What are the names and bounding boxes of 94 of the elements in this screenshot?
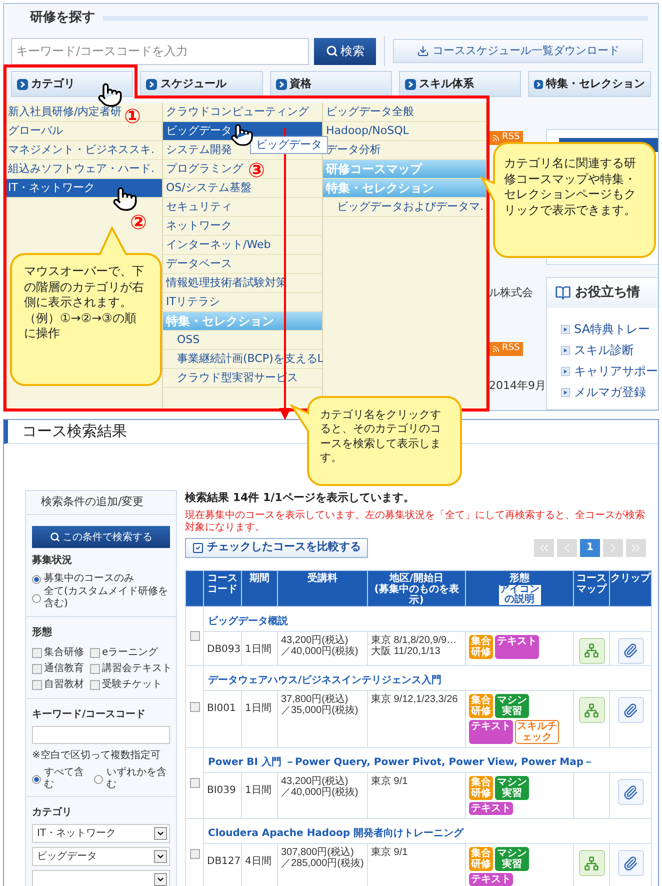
checkbox-label: eラーニング [102, 646, 158, 660]
menu-item[interactable]: セキュリティ [163, 198, 322, 217]
section-label: キーワード/コースコード [32, 708, 147, 722]
category-tab[interactable]: スケジュール [140, 71, 262, 97]
step-marker: ③ [248, 160, 265, 180]
hint-text: ※空白で区切って複数指定可 [32, 748, 162, 763]
column-header: コースコード [204, 570, 242, 606]
menu-item[interactable]: 事業継続計画(BCP)を支えるL [163, 350, 322, 369]
table-cell: DB093 [207, 644, 241, 654]
section-label: 募集状況 [32, 554, 73, 568]
table-cell: BI001 [207, 703, 236, 714]
table-cell: DB127 [207, 856, 241, 867]
section-label: カテゴリ [32, 806, 73, 820]
column-header: コースマップ [574, 570, 610, 606]
menu-item[interactable]: マネジメント・ビジネススキ. [5, 141, 162, 160]
table-cell-text: 東京 8/1,8/20,9/9… 大阪 11/20,1/13 [371, 634, 458, 656]
format-badge: マシン実習 [495, 847, 529, 871]
news-text: ル株式会 [489, 285, 533, 301]
checkbox-label: 通信教育 [44, 662, 84, 676]
table-cell-text: 東京 9/12,1/23,3/26 [371, 694, 459, 705]
format-badge: テキスト [495, 634, 539, 658]
page-button[interactable]: 1 [580, 538, 600, 556]
step-marker: ② [130, 212, 147, 232]
format-badge: 集合研修 [469, 694, 493, 718]
format-badge: テキスト [469, 802, 513, 815]
table-cell: 1日間 [245, 785, 272, 796]
column-header: クリップ [610, 570, 652, 606]
menu-item[interactable]: ネットワーク [163, 217, 322, 236]
column-header: 期間 [242, 570, 278, 606]
checkbox-label: 受験チケット [102, 678, 162, 692]
info-title: お役立ち情 [575, 284, 640, 302]
callout-text: カテゴリ名をクリックすると、そのカテゴリのコースを検索して表示します。 [320, 408, 442, 466]
column-header: 受講料 [278, 570, 368, 606]
menu-item[interactable]: OS/システム基盤 [163, 179, 322, 198]
info-link[interactable]: キャリアサポー [574, 362, 658, 380]
format-badge: マシン実習 [495, 776, 529, 800]
format-badge: 集合研修 [469, 776, 493, 800]
search-field[interactable]: キーワード/コースコードを入力 [11, 38, 309, 64]
icon-legend-link[interactable]: アイコンの説明 [498, 584, 540, 604]
radio-label: 募集中のコースのみ [44, 573, 134, 585]
table-cell-text: 東京 9/1 [371, 776, 409, 787]
column-header: 形態 アイコンの説明 [466, 570, 574, 606]
format-badge: テキスト [469, 720, 513, 744]
download-button[interactable]: コーススケジュール一覧ダウンロード [393, 39, 643, 63]
category-tab[interactable]: 資格 [270, 71, 392, 97]
course-title-link[interactable]: ビッグデータ概説 [208, 616, 288, 626]
table-cell: 4日間 [245, 856, 272, 867]
notice-text: 現在募集中のコースを表示しています。左の募集状況を「全て」にして再検索すると、全コースが検索対象になります。 [185, 510, 646, 534]
section-label: 形態 [32, 626, 53, 640]
sidebar-title: 検索条件の追加/変更 [40, 494, 144, 510]
panel-title: 研修を探す [28, 9, 95, 28]
search-button[interactable]: この条件で検索する [32, 526, 170, 548]
checkbox-label: 集合研修 [44, 646, 84, 660]
format-badge: スキルチェック [515, 720, 559, 744]
column-header: 地区/開始日 (募集中のものを表示) [368, 570, 466, 606]
select-field[interactable]: ビッグデータ [32, 847, 170, 866]
page-title: コース検索結果 [22, 421, 127, 442]
table-cell: 307,800円(税込) ／285,000円(税抜) [281, 847, 364, 869]
table-cell: 1日間 [245, 703, 272, 714]
table-cell: 1日間 [245, 644, 272, 654]
checkbox-label: 自習教材 [44, 678, 84, 692]
info-link[interactable]: SA特典トレー [574, 320, 650, 338]
radio-label: いずれかを含む [106, 767, 168, 791]
callout-text: マウスオーバーで、下の階層のカテゴリが右側に表示されます。（例）①→②→③の順に操作 [24, 264, 145, 342]
format-badge: 集合研修 [469, 847, 493, 871]
table-cell-text: 東京 9/1 [371, 847, 409, 858]
callout-text: カテゴリ名に関連する研修コースマップや特集・セレクションページもクリックで表示できます。 [504, 156, 637, 218]
category-tab[interactable]: スキル体系 [398, 71, 521, 97]
radio-label: すべて含む [44, 767, 85, 791]
table-cell-text: 43,200円(税込) ／40,000円(税抜) [281, 634, 360, 656]
format-badge: マシン実習 [495, 694, 529, 718]
menu-item[interactable]: ビッグデータ全般 [323, 103, 486, 122]
radio-label: 全て(カスタムメイド研修を含む) [44, 586, 169, 610]
format-badge: 集合研修 [469, 634, 493, 658]
news-date: 2014年9月 [489, 378, 546, 394]
result-summary: 検索結果 14件 1/1ページを表示しています。 [185, 490, 416, 506]
menu-item[interactable]: インターネット/Web [163, 236, 322, 255]
table-cell-text: 37,800円(税込) ／35,000円(税抜) [281, 694, 360, 716]
menu-item[interactable]: データベース [163, 255, 322, 274]
menu-item[interactable]: OSS [163, 331, 322, 350]
menu-item[interactable]: ビッグデータおよびデータマ. [323, 198, 486, 217]
info-link[interactable]: スキル診断 [574, 341, 634, 359]
format-badge: テキスト [469, 873, 513, 886]
search-button[interactable]: 検索 [314, 38, 376, 64]
select-field[interactable]: IT・ネットワーク [32, 824, 170, 843]
table-cell: BI039 [207, 785, 236, 796]
category-tab[interactable]: カテゴリ [11, 71, 134, 97]
compare-button[interactable]: チェックしたコースを比較する [185, 538, 368, 558]
menu-item[interactable]: グローバル [5, 122, 162, 141]
menu-item[interactable]: IT・ネットワーク [5, 179, 162, 198]
info-link[interactable]: メルマガ登録 [574, 383, 646, 401]
table-cell-text: 43,200円(税込) ／40,000円(税抜) [281, 776, 360, 798]
checkbox-label: 講習会テキスト [102, 662, 172, 676]
category-tab[interactable]: 特集・セレクション [528, 71, 651, 97]
